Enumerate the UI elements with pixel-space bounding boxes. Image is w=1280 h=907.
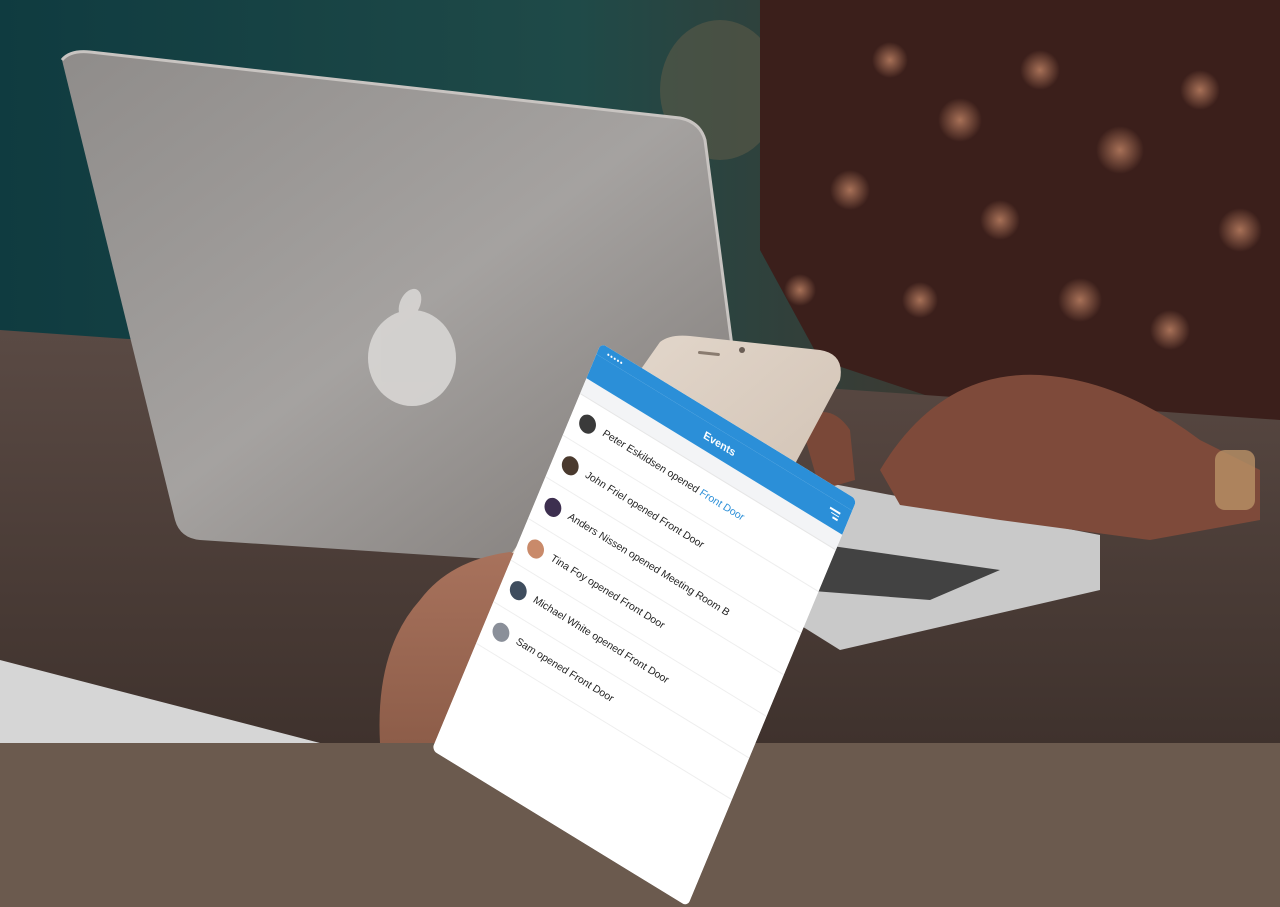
avatar	[490, 619, 512, 645]
avatar	[542, 494, 564, 520]
event-place: Front Door	[698, 486, 746, 524]
filter-icon[interactable]	[826, 507, 840, 523]
avatar	[507, 578, 529, 604]
avatar	[576, 411, 598, 437]
avatar	[524, 536, 546, 562]
avatar	[559, 453, 581, 479]
